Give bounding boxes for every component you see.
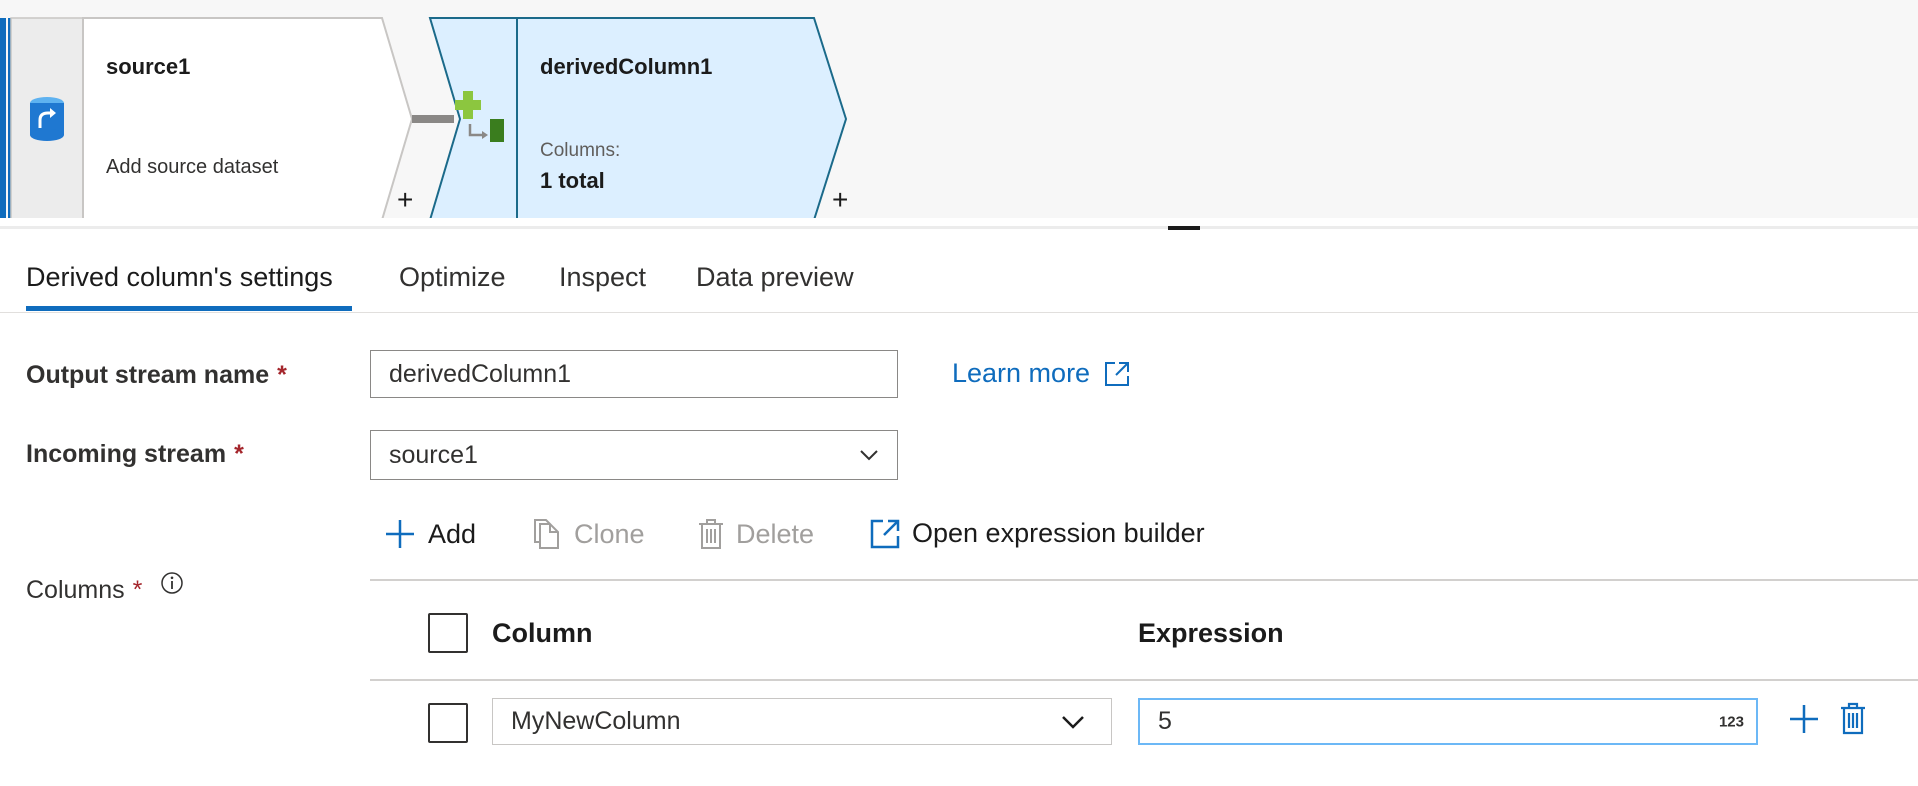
data-flow-canvas[interactable]: source1 Add source dataset + derivedColu… xyxy=(0,0,1918,218)
open-expression-builder-button[interactable]: Open expression builder xyxy=(870,518,1205,549)
active-tab-indicator xyxy=(26,306,352,311)
required-mark: * xyxy=(234,440,244,468)
delete-label: Delete xyxy=(736,518,815,549)
add-row-icon[interactable] xyxy=(1788,703,1820,735)
derived-node-title: derivedColumn1 xyxy=(540,54,713,79)
grid-header-border xyxy=(370,679,1918,681)
tab-data-preview[interactable]: Data preview xyxy=(696,262,854,293)
tab-inspect[interactable]: Inspect xyxy=(559,262,646,293)
clone-label: Clone xyxy=(574,518,645,549)
row-select-checkbox[interactable] xyxy=(428,703,468,743)
required-mark: * xyxy=(277,361,287,389)
connector-line xyxy=(412,115,454,123)
learn-more-link[interactable]: Learn more xyxy=(952,358,1130,389)
columns-label: Columns * xyxy=(26,576,142,605)
add-icon xyxy=(386,520,414,548)
external-link-icon xyxy=(870,519,900,548)
columns-label-text: Columns xyxy=(26,576,125,604)
trash-icon xyxy=(699,519,723,549)
incoming-stream-select[interactable]: source1 xyxy=(370,430,898,480)
source-node-title: source1 xyxy=(106,54,191,79)
learn-more-text: Learn more xyxy=(952,358,1091,388)
derived-node-columns-label: Columns: xyxy=(540,140,621,161)
expression-input[interactable]: 5 123 xyxy=(1138,698,1758,745)
column-name-value: MyNewColumn xyxy=(511,707,681,735)
panel-divider xyxy=(0,226,1918,229)
output-stream-name-value: derivedColumn1 xyxy=(389,359,572,388)
add-label: Add xyxy=(428,518,477,549)
database-source-icon xyxy=(30,97,64,141)
output-stream-label-text: Output stream name xyxy=(26,361,270,389)
open-expression-builder-label: Open expression builder xyxy=(912,518,1205,548)
info-icon[interactable] xyxy=(160,571,184,595)
select-all-checkbox[interactable] xyxy=(428,613,468,653)
chevron-down-icon xyxy=(1062,715,1084,729)
derived-node-shape[interactable] xyxy=(428,17,848,218)
expression-value: 5 xyxy=(1158,707,1172,735)
delete-column-button[interactable]: Delete xyxy=(698,518,814,550)
source-node-subtitle: Add source dataset xyxy=(106,156,279,178)
tab-derived-column-settings[interactable]: Derived column's settings xyxy=(26,262,333,293)
canvas-graph xyxy=(0,17,848,218)
required-mark: * xyxy=(132,576,143,604)
output-stream-label: Output stream name * xyxy=(26,361,287,390)
column-name-select[interactable]: MyNewColumn xyxy=(492,698,1112,745)
trash-icon[interactable] xyxy=(1840,702,1866,736)
external-link-icon xyxy=(1105,361,1130,386)
incoming-stream-label: Incoming stream * xyxy=(26,440,244,469)
derived-add-transform-button[interactable]: + xyxy=(832,186,848,214)
panel-resize-handle[interactable] xyxy=(1168,226,1200,230)
incoming-stream-value: source1 xyxy=(389,440,478,469)
grid-top-border xyxy=(370,579,1918,581)
settings-tab-bar: Derived column's settings Optimize Inspe… xyxy=(0,252,1918,313)
expression-header: Expression xyxy=(1138,618,1284,648)
tab-optimize[interactable]: Optimize xyxy=(399,262,506,293)
output-stream-name-input[interactable]: derivedColumn1 xyxy=(370,350,898,398)
clone-icon xyxy=(534,519,559,549)
add-column-button[interactable]: Add xyxy=(384,518,476,550)
source-add-transform-button[interactable]: + xyxy=(397,186,413,214)
column-header: Column xyxy=(492,618,593,648)
chevron-down-icon xyxy=(860,450,878,461)
incoming-stream-label-text: Incoming stream xyxy=(26,440,227,468)
derived-node-columns-value: 1 total xyxy=(540,168,605,193)
numeric-type-badge: 123 xyxy=(1718,713,1744,730)
clone-column-button[interactable]: Clone xyxy=(532,518,645,550)
